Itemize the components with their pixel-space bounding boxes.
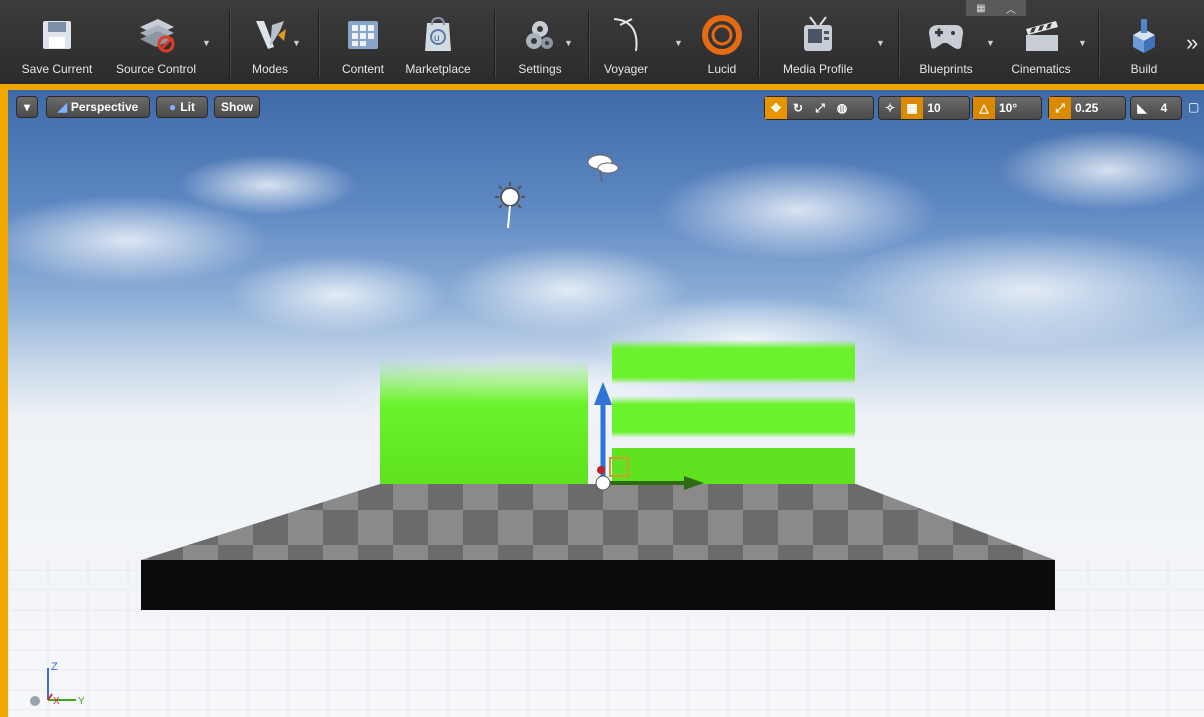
main-toolbar: Save Current Source Control ▼ Modes ▼ Co… [0, 0, 1204, 86]
axis-indicator: Z X Y [47, 661, 85, 707]
chevron-down-icon[interactable]: ▼ [876, 38, 885, 48]
camera-speed-group: ◣ 4 [1130, 96, 1182, 120]
grid-snap-value[interactable]: 10 [923, 97, 945, 119]
camera-speed-value[interactable]: 4 [1153, 97, 1175, 119]
scale-snap-group: ⤢ 0.25 [1048, 96, 1126, 120]
blueprints-icon [923, 12, 969, 58]
settings-button[interactable]: Settings ▼ [506, 0, 574, 84]
rotation-snap-value[interactable]: 10° [995, 97, 1021, 119]
surface-snap-icon[interactable]: ✧ [879, 97, 901, 119]
grid-icon: ▦ [976, 2, 986, 14]
axis-y-label: Y [78, 696, 85, 707]
lucid-icon [699, 12, 745, 58]
sky-clouds [8, 130, 1204, 430]
svg-text:u: u [434, 33, 440, 44]
window-mini-controls[interactable]: ▦ ︿ [966, 0, 1026, 16]
toolbar-separator [588, 10, 589, 78]
build-icon [1121, 12, 1167, 58]
sky-light-sprite [587, 154, 619, 183]
content-icon [340, 12, 386, 58]
settings-icon [517, 12, 563, 58]
voyager-icon [603, 12, 649, 58]
media-profile-icon [795, 12, 841, 58]
axis-x-label: X [53, 696, 60, 707]
modes-button[interactable]: Modes ▼ [236, 0, 304, 84]
checker-platform-top [141, 484, 1055, 560]
cinematics-icon [1018, 12, 1064, 58]
build-button[interactable]: Build [1112, 0, 1176, 84]
show-button[interactable]: Show [214, 96, 260, 118]
save-icon [34, 12, 80, 58]
translate-icon[interactable]: ✥ [765, 97, 787, 119]
toolbar-separator [1098, 10, 1099, 78]
green-band-top [612, 340, 855, 384]
toolbar-overflow-button[interactable]: » [1186, 30, 1198, 56]
grid-snap-icon[interactable]: ▦ [901, 97, 923, 119]
modes-icon [247, 12, 293, 58]
marketplace-button[interactable]: u Marketplace [398, 0, 478, 84]
rotation-snap-group: △ 10° [972, 96, 1042, 120]
chevron-down-icon[interactable]: ▼ [564, 38, 573, 48]
level-viewport[interactable]: ▾ ◢ Perspective ● Lit Show ✥ ↻ ⤢ ◍ ✧ ▦ 1… [8, 90, 1204, 717]
green-panel-left [380, 360, 588, 485]
viewport-options-dropdown[interactable]: ▾ [16, 96, 38, 118]
lit-mode-button[interactable]: ● Lit [156, 96, 208, 118]
rotate-icon[interactable]: ↻ [787, 97, 809, 119]
toolbar-separator [898, 10, 899, 78]
platform-front-face [141, 560, 1055, 610]
marketplace-icon: u [415, 12, 461, 58]
toolbar-separator [494, 10, 495, 78]
axis-z-label: Z [51, 661, 58, 673]
media-profile-button[interactable]: Media Profile ▼ [772, 0, 885, 84]
chevron-down-icon[interactable]: ▼ [986, 38, 995, 48]
scale-snap-icon[interactable]: ⤢ [1049, 97, 1071, 119]
realtime-indicator-icon [30, 696, 40, 706]
lit-sphere-icon: ● [169, 100, 177, 114]
grid-snap-group: ✧ ▦ 10 [878, 96, 970, 120]
transform-tools-group: ✥ ↻ ⤢ ◍ [764, 96, 874, 120]
content-button[interactable]: Content [334, 0, 392, 84]
toolbar-separator [758, 10, 759, 78]
scale-snap-value[interactable]: 0.25 [1071, 97, 1102, 119]
rotation-snap-icon[interactable]: △ [973, 97, 995, 119]
scene-render [8, 130, 1204, 717]
chevron-down-icon[interactable]: ▼ [292, 38, 301, 48]
source-control-icon [133, 12, 179, 58]
chevron-up-icon[interactable]: ︿ [1006, 1, 1016, 16]
lucid-button[interactable]: Lucid [700, 0, 744, 84]
chevron-down-icon[interactable]: ▼ [202, 38, 211, 48]
chevron-down-icon[interactable]: ▼ [1078, 38, 1087, 48]
toolbar-separator [229, 10, 230, 78]
maximize-viewport-icon[interactable]: ▢ [1188, 100, 1199, 114]
green-band-bottom [612, 448, 855, 486]
world-space-icon[interactable]: ◍ [831, 97, 853, 119]
scale-icon[interactable]: ⤢ [809, 97, 831, 119]
chevron-down-icon[interactable]: ▼ [674, 38, 683, 48]
save-current-button[interactable]: Save Current [14, 0, 100, 84]
perspective-button[interactable]: ◢ Perspective [46, 96, 150, 118]
voyager-button[interactable]: Voyager ▼ [600, 0, 683, 84]
light-actor-sprite [495, 182, 525, 229]
green-band-middle [612, 396, 855, 438]
perspective-icon: ◢ [57, 100, 67, 114]
camera-speed-icon[interactable]: ◣ [1131, 97, 1153, 119]
toolbar-separator [318, 10, 319, 78]
viewport-frame: ▾ ◢ Perspective ● Lit Show ✥ ↻ ⤢ ◍ ✧ ▦ 1… [0, 86, 1204, 717]
source-control-button[interactable]: Source Control ▼ [108, 0, 211, 84]
